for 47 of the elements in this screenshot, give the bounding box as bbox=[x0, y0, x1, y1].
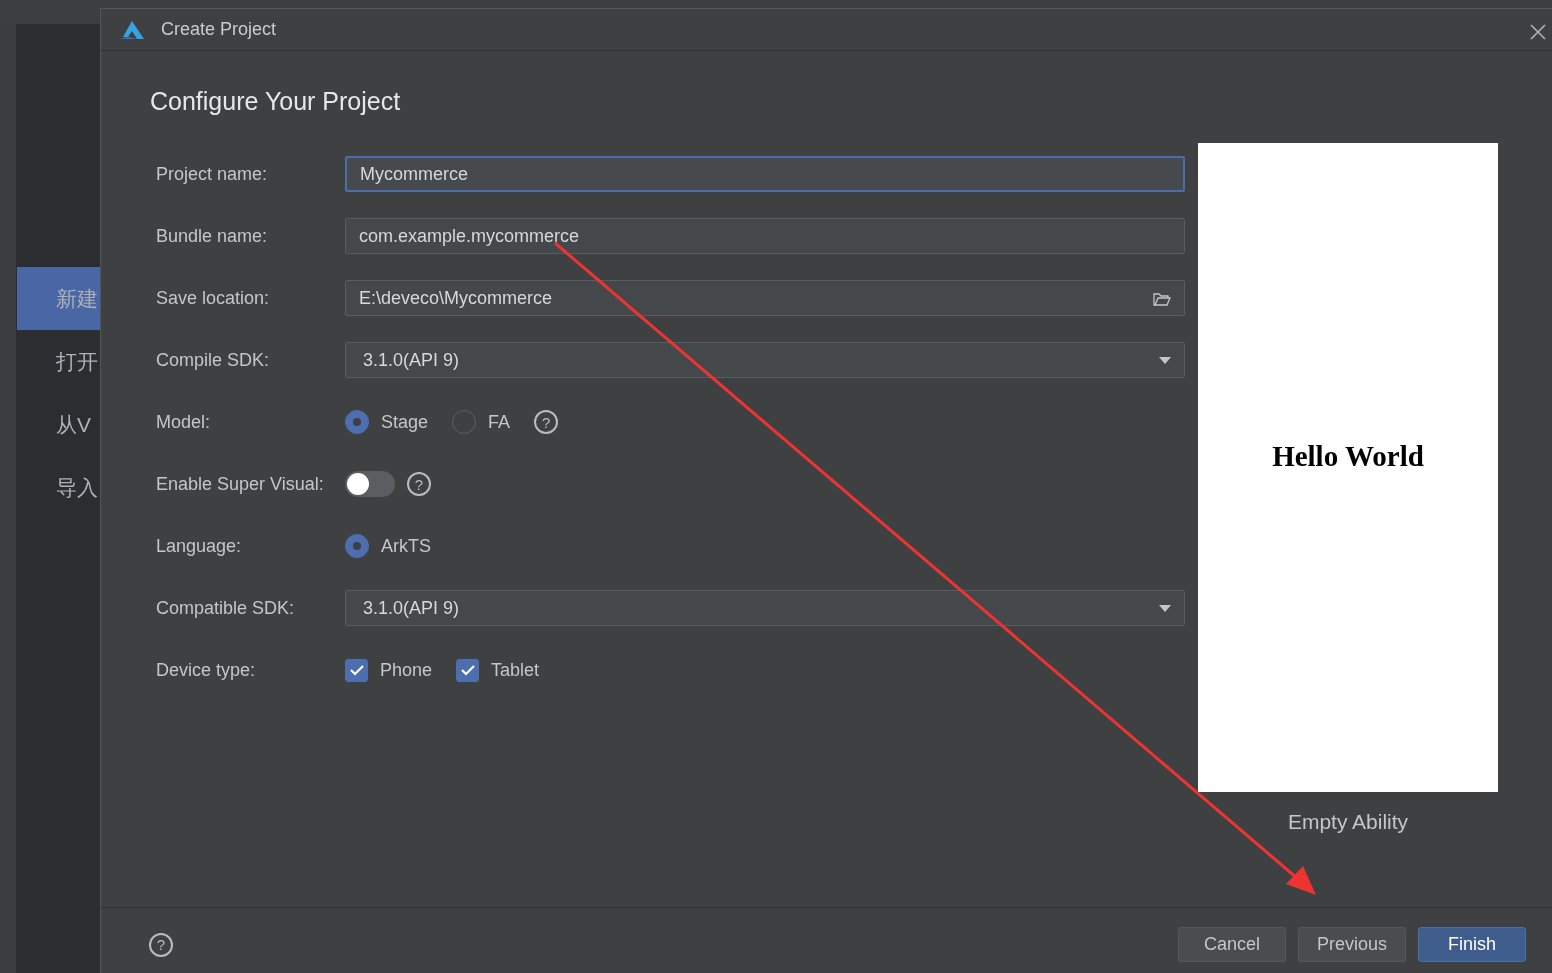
help-icon[interactable]: ? bbox=[534, 410, 559, 434]
toggle-switch[interactable] bbox=[345, 471, 395, 497]
check-icon bbox=[460, 664, 475, 676]
input-field[interactable]: E:\deveco\Mycommerce bbox=[345, 280, 1185, 316]
dialog-title: Create Project bbox=[161, 18, 277, 41]
help-icon[interactable]: ? bbox=[407, 472, 431, 496]
sidebar-item[interactable]: 导入 bbox=[17, 456, 101, 519]
field-label: Device type: bbox=[156, 658, 257, 682]
field-label: Project name: bbox=[156, 162, 269, 186]
check-icon bbox=[349, 664, 364, 676]
field-label: Compatible SDK: bbox=[156, 596, 296, 620]
caret-icon bbox=[1159, 605, 1171, 613]
field-label: Model: bbox=[156, 410, 212, 434]
input-field[interactable]: Mycommerce bbox=[345, 156, 1185, 192]
radio-button[interactable] bbox=[345, 410, 369, 434]
preview-text: Hello World bbox=[1272, 439, 1424, 474]
help-icon[interactable]: ? bbox=[149, 932, 173, 957]
sidebar-item[interactable]: 打开 bbox=[17, 330, 101, 393]
dropdown[interactable]: 3.1.0(API 9) bbox=[345, 342, 1185, 378]
dropdown-value: 3.1.0(API 9) bbox=[363, 348, 460, 372]
dropdown[interactable]: 3.1.0(API 9) bbox=[345, 590, 1185, 626]
caret-icon bbox=[1159, 357, 1171, 365]
option-label: ArkTS bbox=[381, 534, 431, 558]
field-label: Language: bbox=[156, 534, 243, 558]
logo-icon bbox=[119, 19, 145, 40]
dialog-button[interactable]: Previous bbox=[1298, 927, 1406, 962]
template-name: Empty Ability bbox=[1287, 810, 1409, 833]
dialog-button[interactable]: Finish bbox=[1418, 927, 1526, 962]
field-label: Compile SDK: bbox=[156, 348, 271, 372]
field-label: Bundle name: bbox=[156, 224, 269, 248]
folder-icon[interactable] bbox=[1153, 291, 1171, 306]
option-label: Tablet bbox=[491, 658, 540, 682]
checkbox[interactable] bbox=[456, 658, 480, 682]
checkbox[interactable] bbox=[345, 658, 368, 682]
field-label: Save location: bbox=[156, 286, 271, 310]
dialog-heading: Configure Your Project bbox=[150, 87, 401, 115]
sidebar-item[interactable]: 从V bbox=[17, 393, 101, 456]
dialog-button[interactable]: Cancel bbox=[1178, 927, 1286, 962]
input-field[interactable]: com.example.mycommerce bbox=[345, 218, 1185, 254]
option-label: FA bbox=[488, 410, 511, 434]
option-label: Phone bbox=[380, 658, 433, 682]
field-value: E:\deveco\Mycommerce bbox=[359, 286, 553, 310]
option-label: Stage bbox=[381, 410, 429, 434]
radio-button[interactable] bbox=[345, 534, 369, 558]
close-icon[interactable] bbox=[1530, 23, 1546, 40]
field-label: Enable Super Visual: bbox=[156, 472, 325, 496]
dropdown-value: 3.1.0(API 9) bbox=[363, 596, 460, 620]
